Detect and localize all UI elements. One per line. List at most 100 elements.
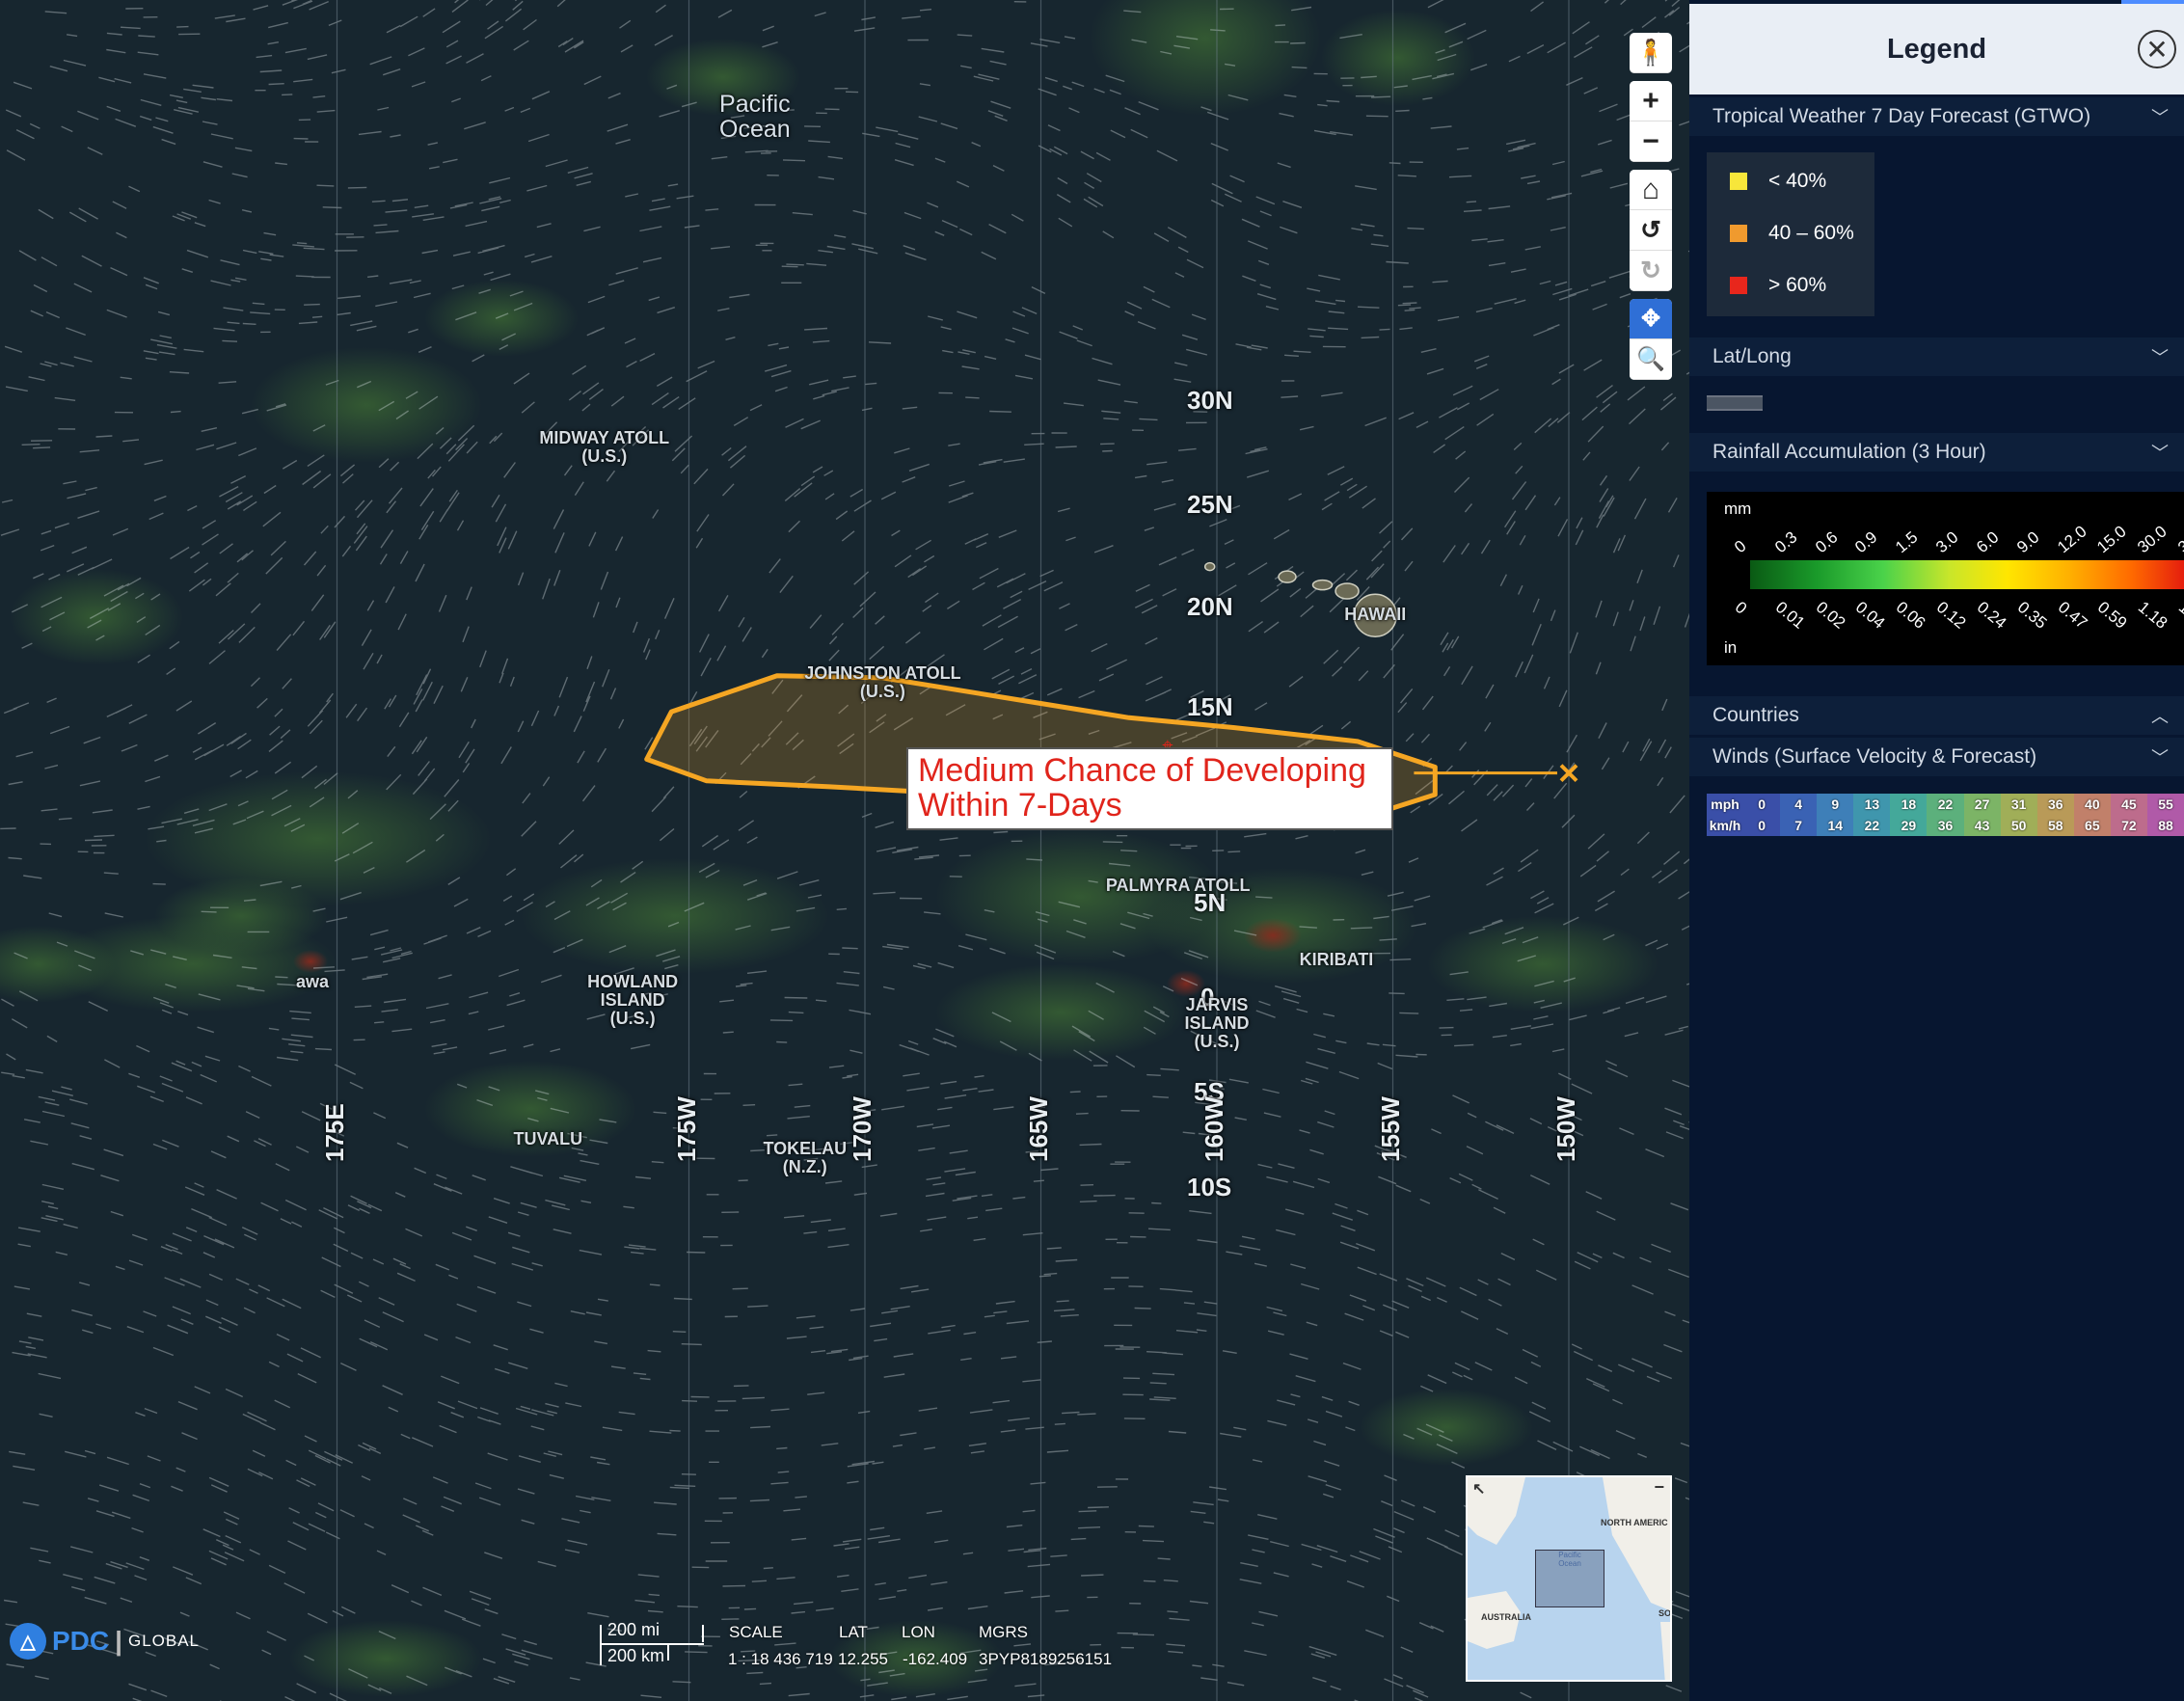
wind-mph-row: mph 0 4 9 13 18 22 27 31 36 40 45 55 [1707, 794, 2184, 815]
rotate-left-icon[interactable]: ↺ [1630, 210, 1672, 251]
rainfall-colorbar: mm in 0 0.3 0.6 0.9 1.5 3.0 6.0 9.0 12.0 15.0 30.0… [1707, 492, 2184, 665]
wind-value-cell: 50 [2000, 815, 2037, 836]
wind-unit-label: km/h [1707, 815, 1744, 836]
lon-label: 160W [1200, 1096, 1228, 1162]
gtwo-label-high: > 60% [1768, 274, 1827, 296]
place-label: MIDWAY ATOLL (U.S.) [539, 427, 670, 466]
place-label: KIRIBATI [1299, 949, 1374, 969]
home-icon[interactable]: ⌂ [1630, 170, 1672, 210]
legend-section-gtwo[interactable]: Tropical Weather 7 Day Forecast (GTWO) ﹀ [1689, 97, 2184, 136]
legend-header: Legend ✕ [1689, 4, 2184, 94]
zoom-out-icon[interactable]: − [1630, 122, 1672, 162]
lat-label: 30N [1187, 385, 1233, 415]
lon-label: 175W [671, 1096, 701, 1162]
rain-in-tick: 1.4 [2174, 598, 2184, 627]
minimap-ocean-label: Pacific Ocean [1558, 1551, 1581, 1568]
wind-value-cell: 22 [1927, 794, 1964, 815]
status-mgrs-label: MGRS [979, 1623, 1028, 1641]
pan-icon[interactable]: ✥ [1630, 299, 1672, 339]
rain-mm-tick: 9.0 [2012, 527, 2043, 557]
minimap-australia: AUSTRALIA [1481, 1612, 1531, 1622]
rain-unit-in: in [1724, 638, 1738, 657]
wind-value-cell: 0 [1743, 815, 1781, 836]
place-label: TOKELAU (N.Z.) [763, 1139, 848, 1177]
chevron-down-icon[interactable]: ﹀ [2151, 104, 2169, 129]
wind-value-cell: 31 [2000, 794, 2037, 815]
place-label: JOHNSTON ATOLL (U.S.) [804, 662, 961, 701]
gtwo-item-medium: 40 – 60% [1730, 222, 1854, 245]
rain-mm-tick: 37 [2174, 530, 2184, 557]
wind-value-cell: 4 [1780, 794, 1818, 815]
wind-value-cell: 14 [1817, 815, 1854, 836]
person-icon[interactable]: 🧍 [1630, 33, 1672, 73]
wind-value-cell: 13 [1853, 794, 1891, 815]
gtwo-swatch-low [1730, 173, 1747, 190]
minimap-close-icon[interactable]: − [1654, 1477, 1664, 1498]
map-canvas[interactable]: ⌖ [0, 0, 1689, 1701]
scale-km: 200 km [607, 1646, 665, 1665]
rain-in-tick: 0.06 [1893, 598, 1929, 633]
wind-value-cell: 7 [1780, 815, 1818, 836]
gtwo-label-medium: 40 – 60% [1768, 222, 1854, 244]
rain-in-tick: 0.24 [1973, 598, 2010, 633]
lon-label: 170W [848, 1096, 876, 1162]
zoom-in-icon[interactable]: + [1630, 81, 1672, 122]
rotate-right-icon[interactable]: ↻ [1630, 251, 1672, 291]
legend-section-winds[interactable]: Winds (Surface Velocity & Forecast) ﹀ [1689, 738, 2184, 776]
close-icon[interactable]: ✕ [2138, 30, 2176, 68]
rain-mm-tick: 30.0 [2134, 522, 2171, 557]
status-mgrs-value: 3PYP8189256151 [979, 1650, 1113, 1668]
rain-mm-tick: 0.6 [1811, 527, 1842, 557]
minimap-north-america: NORTH AMERIC [1601, 1518, 1668, 1527]
place-label: HAWAII [1344, 605, 1407, 625]
rain-in-tick: 0.59 [2094, 598, 2131, 633]
wind-value-cell: 43 [1963, 815, 2001, 836]
map-toolbar: 🧍 + − ⌂ ↺ ↻ ✥ 🔍 [1630, 33, 1672, 388]
gtwo-item-high: > 60% [1730, 274, 1826, 297]
lon-label: 175E [319, 1103, 349, 1162]
lon-label: 165W [1023, 1096, 1053, 1162]
rain-mm-tick: 3.0 [1932, 527, 1962, 557]
rainfall-gradient [1750, 560, 2184, 589]
forecast-callout[interactable]: Medium Chance of Developing Within 7-Day… [906, 747, 1393, 830]
chevron-down-icon[interactable]: ﹀ [2151, 744, 2169, 770]
loading-progress-bar [2121, 0, 2184, 4]
place-label: PALMYRA ATOLL [1105, 875, 1251, 895]
status-scale-label: SCALE [729, 1623, 783, 1641]
legend-panel: Legend ✕ Tropical Weather 7 Day Forecast… [1689, 0, 2184, 1701]
chevron-down-icon[interactable]: ﹀ [2151, 440, 2169, 465]
wind-value-cell: 29 [1890, 815, 1928, 836]
rain-mm-tick: 1.5 [1892, 527, 1922, 557]
rain-in-tick: 0.12 [1932, 598, 1970, 633]
wind-value-cell: 9 [1817, 794, 1854, 815]
status-lon-value: -162.409 [903, 1650, 968, 1668]
scale-mi: 200 mi [607, 1620, 661, 1639]
rain-mm-tick: 15.0 [2093, 522, 2131, 557]
rain-in-tick: 0 [1731, 598, 1751, 618]
place-label: JARVIS ISLAND (U.S.) [1184, 994, 1250, 1051]
wind-value-cell: 18 [1890, 794, 1928, 815]
wind-value-cell: 27 [1963, 794, 2001, 815]
place-label: TUVALU [513, 1129, 583, 1149]
chevron-up-icon[interactable]: ︿ [2151, 703, 2169, 728]
map-viewport[interactable]: ⌖ 30N25N20N15N10N5N05S10S175E175W170W165… [0, 0, 1689, 1701]
gtwo-label-low: < 40% [1768, 170, 1827, 192]
minimap-viewport-box[interactable]: Pacific Ocean [1535, 1550, 1604, 1607]
zoom-box-icon[interactable]: 🔍 [1630, 339, 1672, 380]
rainfall-title: Rainfall Accumulation (3 Hour) [1712, 441, 1986, 463]
rain-in-tick: 0.04 [1852, 598, 1889, 633]
winds-title: Winds (Surface Velocity & Forecast) [1712, 745, 2037, 768]
gtwo-legend-box: < 40% 40 – 60% > 60% [1707, 152, 1874, 316]
legend-section-latlong[interactable]: Lat/Long ﹀ [1689, 338, 2184, 376]
overview-minimap[interactable]: ↖ − NORTH AMERIC AUSTRALIA SO Pacific Oc… [1466, 1475, 1672, 1682]
legend-section-rainfall[interactable]: Rainfall Accumulation (3 Hour) ﹀ [1689, 433, 2184, 472]
legend-section-countries[interactable]: Countries ︿ [1689, 696, 2184, 735]
lat-label: 25N [1187, 489, 1233, 519]
place-label: awa [295, 972, 329, 992]
minimap-south-america: SO [1658, 1608, 1672, 1618]
latlong-title: Lat/Long [1712, 345, 1792, 367]
logo-pdc: PDC [52, 1626, 110, 1656]
chevron-down-icon[interactable]: ﹀ [2151, 344, 2169, 369]
rain-in-tick: 1.18 [2134, 598, 2171, 633]
minimap-expand-icon[interactable]: ↖ [1472, 1479, 1485, 1498]
